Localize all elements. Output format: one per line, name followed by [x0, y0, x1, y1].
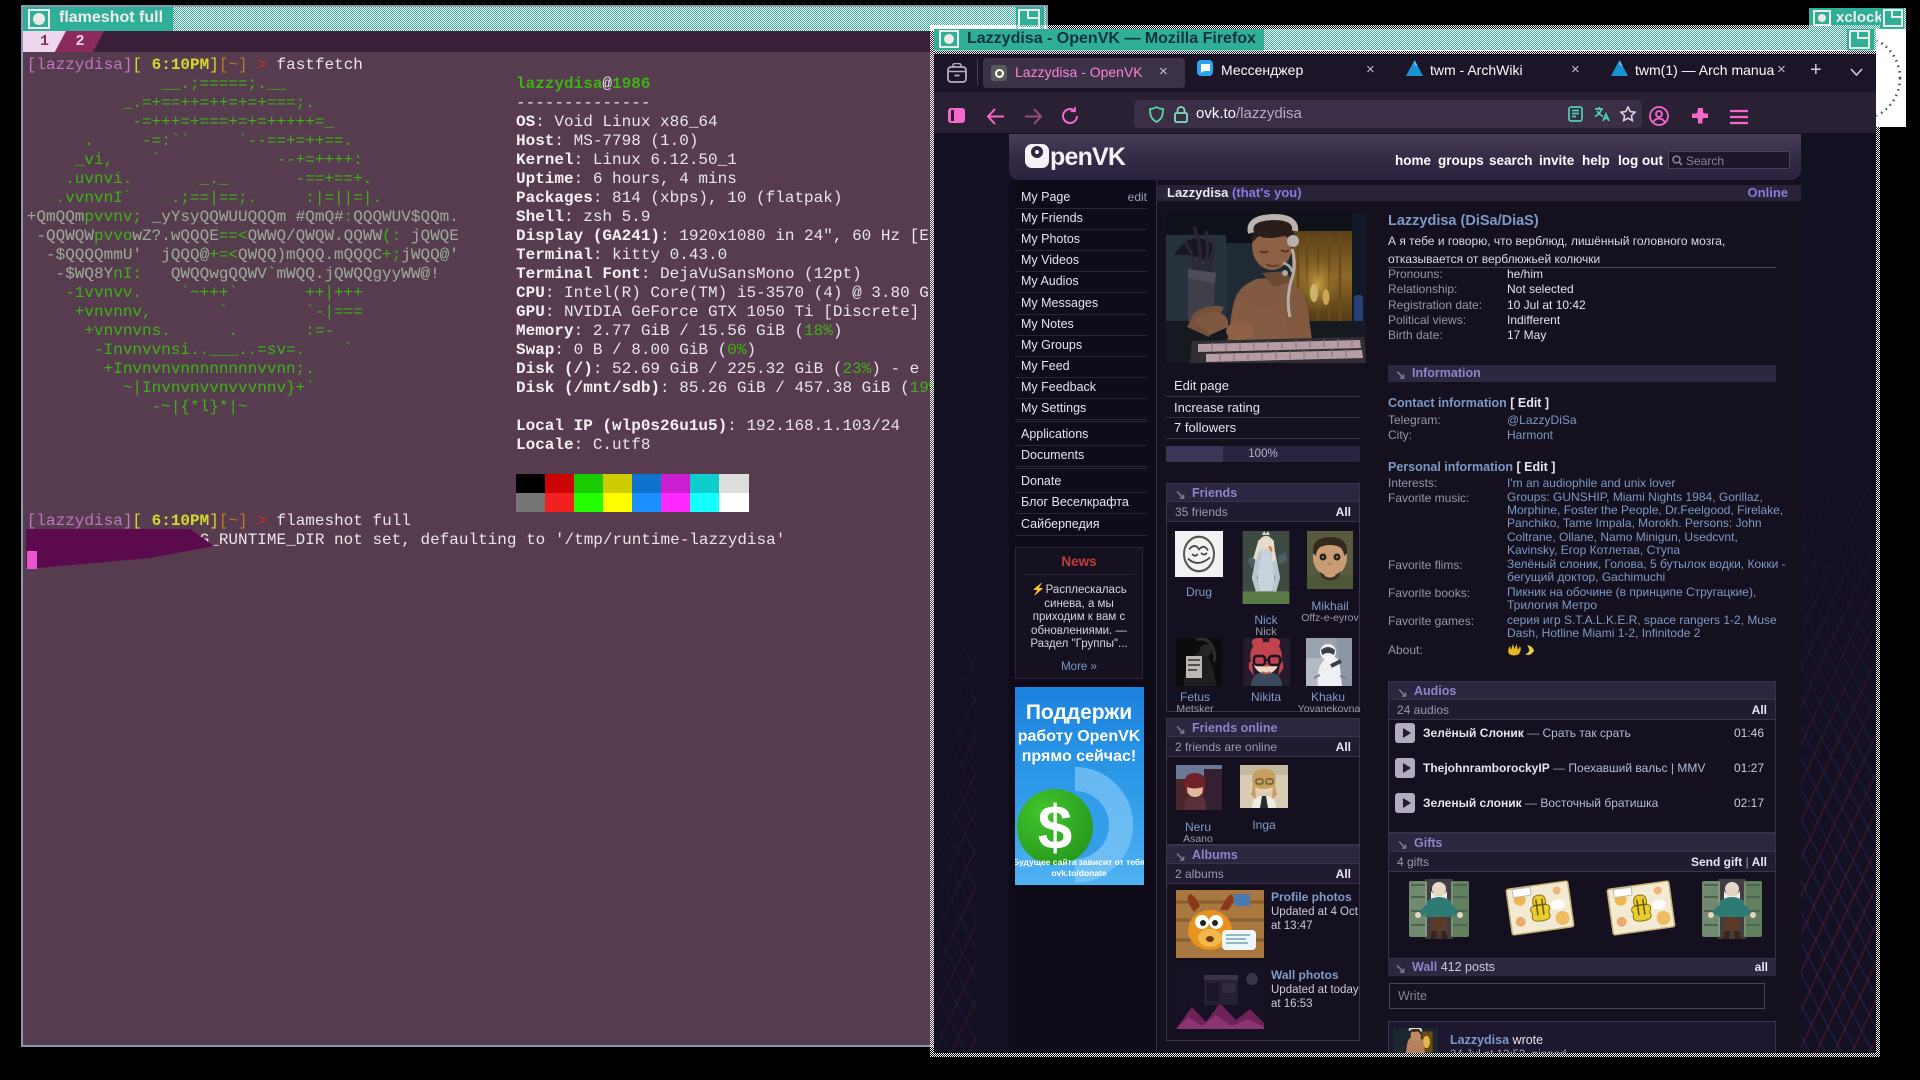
- svg-text:Поддержи: Поддержи: [1026, 701, 1132, 724]
- svg-text:$: $: [1038, 794, 1072, 863]
- svg-text:Будущее сайта зависит от тебя: Будущее сайта зависит от тебя: [1015, 857, 1144, 867]
- svg-text:прямо сейчас!: прямо сейчас!: [1022, 748, 1136, 765]
- svg-text:ovk.to/donate: ovk.to/donate: [1051, 868, 1107, 878]
- svg-text:работу OpenVK: работу OpenVK: [1018, 728, 1141, 745]
